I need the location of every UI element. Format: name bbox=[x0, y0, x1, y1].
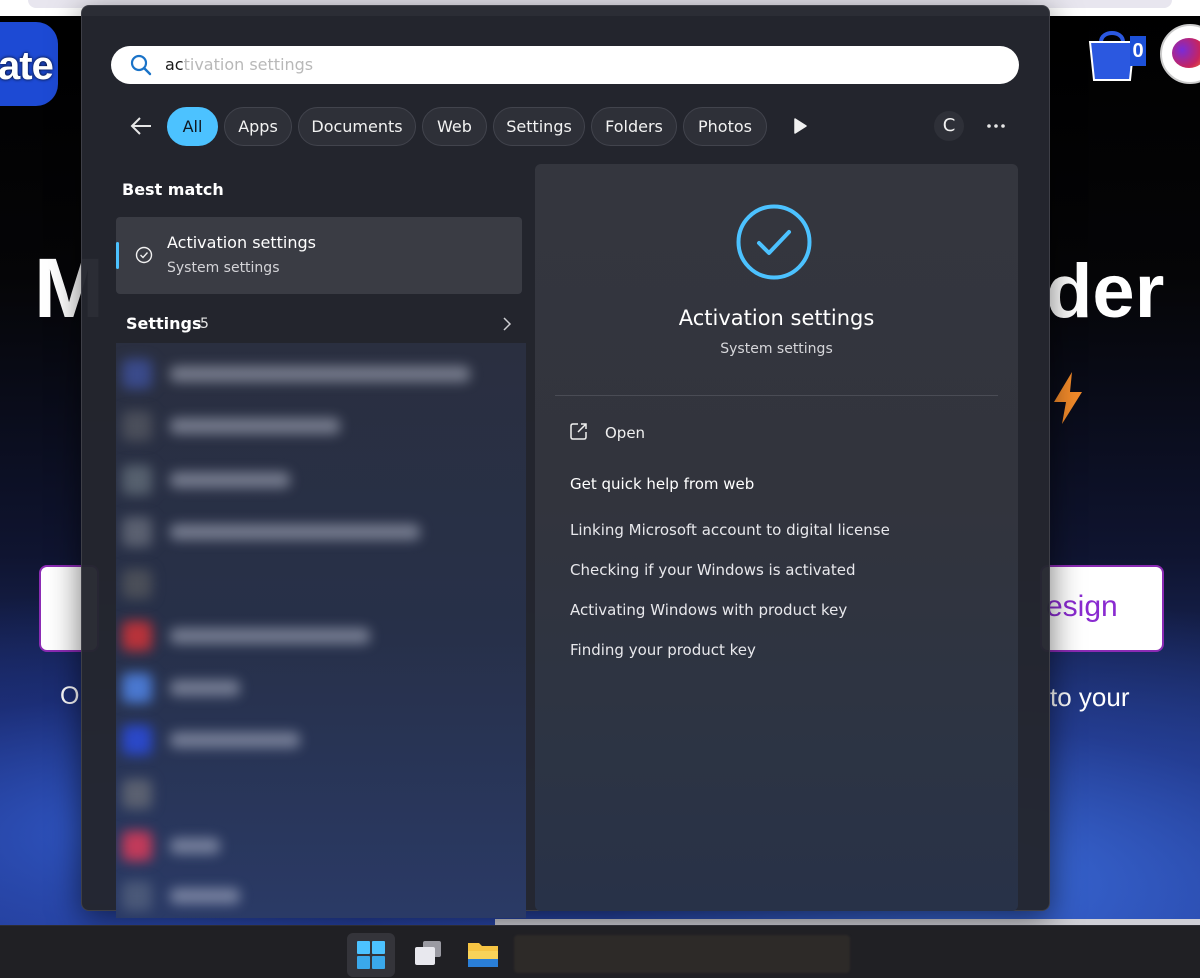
result-label bbox=[170, 418, 340, 434]
windows-start-icon bbox=[357, 941, 385, 969]
more-icon[interactable] bbox=[983, 113, 1009, 139]
filter-chip-folders[interactable]: Folders bbox=[591, 107, 677, 146]
result-icon bbox=[122, 621, 152, 651]
preview-title: Activation settings bbox=[678, 306, 875, 330]
best-match-title: Activation settings bbox=[167, 233, 316, 252]
site-button-right-text: esign bbox=[1046, 590, 1118, 623]
best-match-subtitle: System settings bbox=[167, 260, 280, 276]
filter-chip-apps[interactable]: Apps bbox=[224, 107, 292, 146]
result-icon bbox=[122, 569, 152, 599]
account-avatar[interactable]: C bbox=[934, 111, 964, 141]
result-icon bbox=[122, 517, 152, 547]
result-label bbox=[170, 888, 240, 904]
checkmark-circle-icon bbox=[736, 204, 812, 280]
help-link[interactable]: Finding your product key bbox=[570, 641, 756, 659]
filter-chip-photos[interactable]: Photos bbox=[683, 107, 767, 146]
site-headline-right: der bbox=[1046, 249, 1165, 334]
search-typed-text: ac bbox=[165, 55, 184, 74]
site-avatar-image bbox=[1172, 38, 1200, 68]
task-view-icon bbox=[415, 941, 441, 965]
site-subtext-right: to your bbox=[1050, 682, 1130, 712]
search-autocomplete-text: tivation settings bbox=[183, 55, 314, 74]
help-link[interactable]: Activating Windows with product key bbox=[570, 601, 847, 619]
best-match-heading: Best match bbox=[122, 180, 224, 199]
search-query: activation settings bbox=[165, 46, 313, 84]
filter-chip-documents[interactable]: Documents bbox=[298, 107, 416, 146]
file-explorer-icon bbox=[468, 943, 498, 967]
result-icon bbox=[122, 779, 152, 809]
result-icon bbox=[122, 831, 152, 861]
start-button[interactable] bbox=[347, 933, 395, 977]
result-icon bbox=[122, 673, 152, 703]
result-label bbox=[170, 366, 470, 382]
result-icon bbox=[122, 465, 152, 495]
settings-group-heading[interactable]: Settings bbox=[126, 314, 202, 333]
result-label bbox=[170, 628, 370, 644]
open-action[interactable]: Open bbox=[605, 424, 645, 442]
file-explorer-button[interactable] bbox=[459, 933, 507, 977]
help-link[interactable]: Checking if your Windows is activated bbox=[570, 561, 855, 579]
search-icon bbox=[130, 54, 152, 76]
taskbar bbox=[0, 925, 1200, 978]
site-subtext-left: O bbox=[60, 682, 80, 710]
search-input[interactable]: activation settings bbox=[111, 46, 1019, 84]
result-label bbox=[170, 732, 300, 748]
result-label bbox=[170, 680, 240, 696]
task-view-button[interactable] bbox=[405, 933, 453, 977]
result-icon bbox=[122, 881, 152, 911]
preview-divider bbox=[555, 395, 998, 396]
open-external-icon[interactable] bbox=[569, 421, 589, 441]
preview-subtitle: System settings bbox=[720, 341, 833, 357]
filter-chip-settings[interactable]: Settings bbox=[493, 107, 585, 146]
filter-chip-web[interactable]: Web bbox=[422, 107, 487, 146]
quick-help-heading: Get quick help from web bbox=[570, 475, 755, 493]
best-match-result[interactable]: Activation settings System settings bbox=[116, 217, 522, 294]
chevron-right-icon[interactable] bbox=[500, 316, 514, 332]
filter-chip-all[interactable]: All bbox=[167, 107, 218, 146]
result-label bbox=[170, 472, 290, 488]
back-arrow-icon[interactable] bbox=[124, 109, 158, 143]
help-link[interactable]: Linking Microsoft account to digital lic… bbox=[570, 521, 890, 539]
site-logo-text: ate bbox=[0, 44, 54, 88]
result-label bbox=[170, 838, 220, 854]
result-icon bbox=[122, 359, 152, 389]
checkmark-circle-icon bbox=[135, 246, 153, 264]
taskbar-search-box[interactable] bbox=[514, 935, 850, 973]
blurred-results-list bbox=[116, 343, 526, 918]
cart-count-badge: 0 bbox=[1130, 36, 1146, 66]
play-icon[interactable] bbox=[792, 118, 808, 134]
result-icon bbox=[122, 411, 152, 441]
settings-group-count: 5 bbox=[200, 316, 209, 332]
lightning-icon bbox=[1054, 372, 1082, 424]
result-label bbox=[170, 524, 420, 540]
result-icon bbox=[122, 725, 152, 755]
selection-indicator bbox=[116, 242, 119, 269]
